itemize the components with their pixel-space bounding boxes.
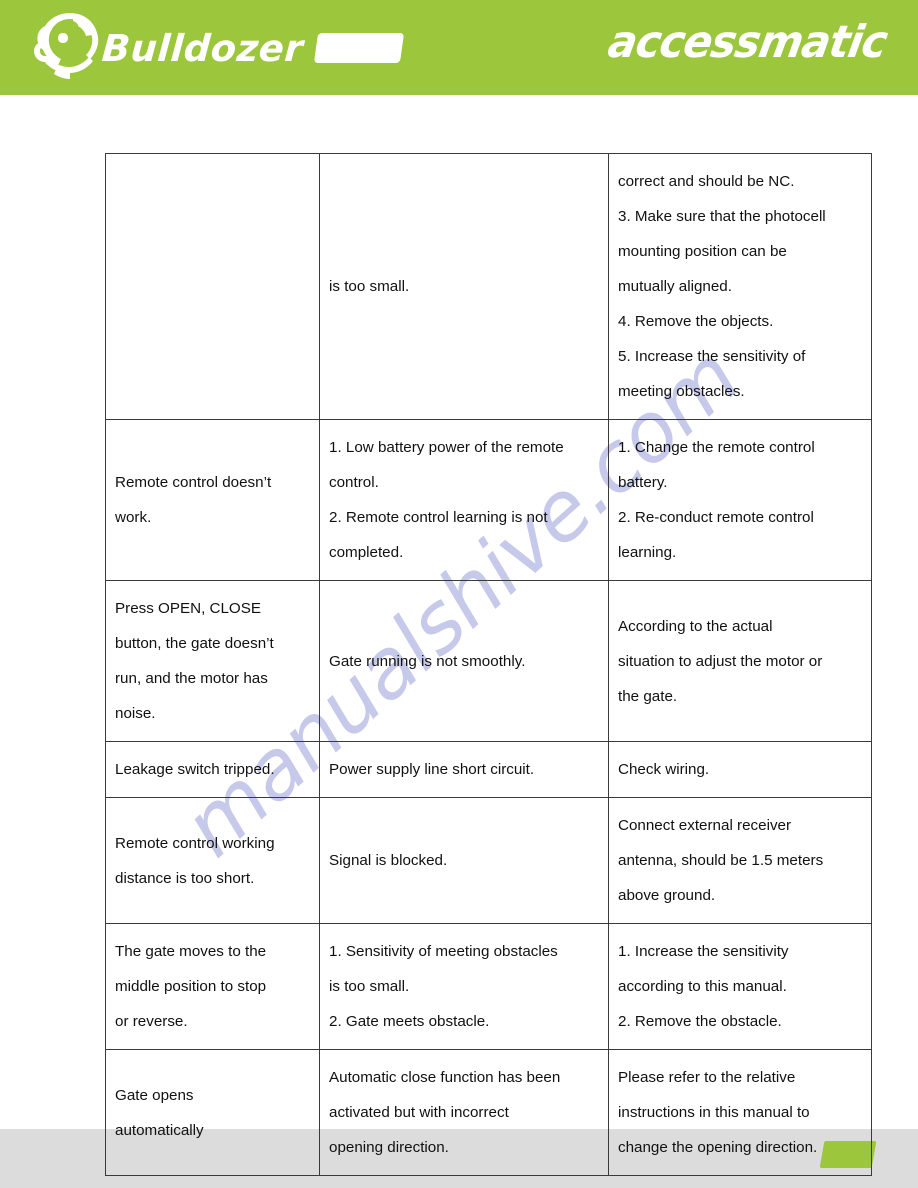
cell-cause: Power supply line short circuit. [319, 741, 609, 798]
cell-solution: 1. Increase the sensitivity according to… [608, 923, 872, 1050]
cell-cause: 1. Sensitivity of meeting obstacles is t… [319, 923, 609, 1050]
table-row: is too small. correct and should be NC. … [105, 153, 872, 420]
cell-fault: The gate moves to the middle position to… [105, 923, 320, 1050]
cell-solution: Connect external receiver antenna, shoul… [608, 797, 872, 924]
cell-fault: Gate opens automatically [105, 1049, 320, 1176]
cell-cause: 1. Low battery power of the remote contr… [319, 419, 609, 581]
cell-solution: Check wiring. [608, 741, 872, 798]
cell-solution: 1. Change the remote control battery. 2.… [608, 419, 872, 581]
troubleshooting-table: is too small. correct and should be NC. … [105, 153, 872, 1176]
cell-cause: Gate running is not smoothly. [319, 580, 609, 742]
cell-cause: Automatic close function has been activa… [319, 1049, 609, 1176]
cell-cause: Signal is blocked. [319, 797, 609, 924]
accessmatic-wordmark: accessmatic [604, 15, 891, 68]
cell-fault: Remote control working distance is too s… [105, 797, 320, 924]
bulldozer-logo: Bulldozer [30, 10, 405, 86]
table-row: Press OPEN, CLOSE button, the gate doesn… [105, 580, 872, 742]
cell-cause: is too small. [319, 153, 609, 420]
table-row: Leakage switch tripped. Power supply lin… [105, 741, 872, 798]
table-row: Gate opens automatically Automatic close… [105, 1049, 872, 1176]
bulldog-head-icon [34, 13, 99, 79]
table-row: Remote control doesn’t work. 1. Low batt… [105, 419, 872, 581]
bulldozer-wordmark: Bulldozer [100, 26, 305, 70]
cell-solution: Please refer to the relative instruction… [608, 1049, 872, 1176]
cell-fault: Remote control doesn’t work. [105, 419, 320, 581]
table-row: Remote control working distance is too s… [105, 797, 872, 924]
bulldozer-logo-block [314, 33, 405, 63]
page-header-band: Bulldozer accessmatic [0, 0, 918, 95]
cell-solution: correct and should be NC. 3. Make sure t… [608, 153, 872, 420]
table-body: is too small. correct and should be NC. … [105, 153, 872, 1176]
troubleshooting-table-container: is too small. correct and should be NC. … [105, 153, 872, 1176]
cell-fault: Leakage switch tripped. [105, 741, 320, 798]
cell-fault: Press OPEN, CLOSE button, the gate doesn… [105, 580, 320, 742]
table-row: The gate moves to the middle position to… [105, 923, 872, 1050]
cell-solution: According to the actual situation to adj… [608, 580, 872, 742]
cell-fault [105, 153, 320, 420]
